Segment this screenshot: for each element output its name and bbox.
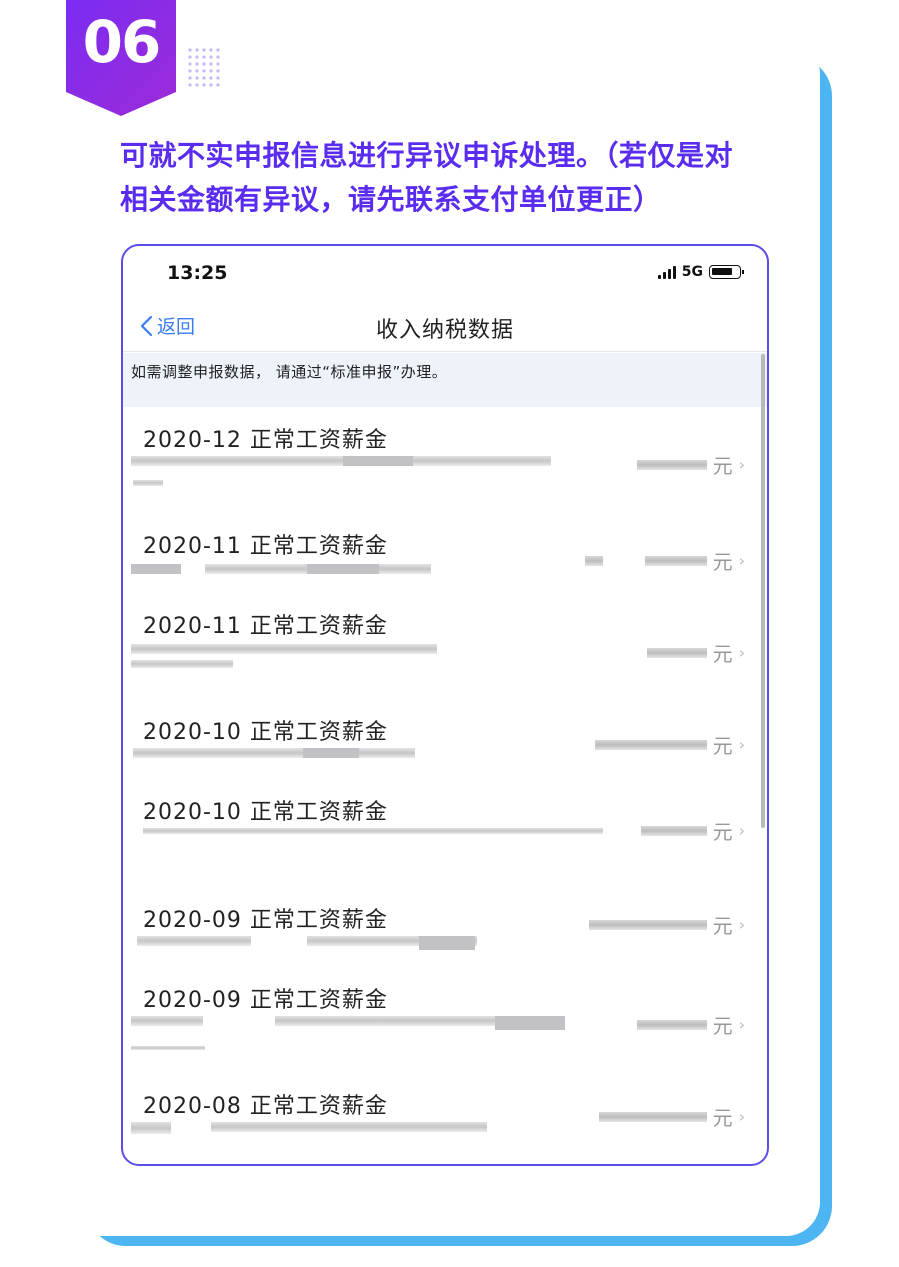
- record-amount: 元 ›: [636, 450, 745, 479]
- record-title: 2020-08 正常工资薪金: [143, 1094, 388, 1119]
- record-row[interactable]: 2020-12 正常工资薪金 元 ›: [123, 422, 767, 502]
- notice-banner: 如需调整申报数据， 请通过“标准申报”办理。: [123, 353, 767, 407]
- amount-redacted: [588, 919, 707, 930]
- record-amount: 元 ›: [598, 1102, 745, 1131]
- amount-unit: 元: [712, 454, 733, 478]
- amount-unit: 元: [712, 550, 733, 574]
- amount-redacted: [644, 555, 707, 566]
- amount-redacted: [640, 825, 707, 836]
- chevron-right-icon: ›: [738, 915, 745, 934]
- amount-unit: 元: [712, 734, 733, 758]
- signal-icon: [657, 265, 676, 279]
- record-title: 2020-10 正常工资薪金: [143, 800, 388, 825]
- record-amount: 元 ›: [636, 1010, 745, 1039]
- chevron-right-icon: ›: [738, 1015, 745, 1034]
- record-row[interactable]: 2020-11 正常工资薪金 元 ›: [123, 528, 767, 588]
- record-amount: 元 ›: [588, 910, 745, 939]
- record-detail-redacted: [495, 1016, 565, 1030]
- record-detail-redacted: [131, 564, 181, 574]
- page-title: 收入纳税数据: [375, 318, 514, 343]
- status-time: 13:25: [167, 262, 228, 284]
- record-row[interactable]: 2020-10 正常工资薪金 元 ›: [123, 794, 767, 854]
- amount-redacted: [636, 1019, 707, 1030]
- network-type: 5G: [681, 264, 703, 280]
- record-detail-redacted: [137, 936, 251, 946]
- battery-icon: [709, 265, 744, 279]
- record-detail-redacted: [131, 644, 437, 654]
- nav-bar: 返回 收入纳税数据: [123, 306, 767, 352]
- record-title: 2020-09 正常工资薪金: [143, 908, 388, 933]
- record-title: 2020-11 正常工资薪金: [143, 614, 388, 639]
- record-amount: 元 ›: [594, 730, 745, 759]
- record-row[interactable]: 2020-11 正常工资薪金 元 ›: [123, 608, 767, 678]
- record-detail-redacted: [131, 1122, 171, 1134]
- amount-unit: 元: [712, 1014, 733, 1038]
- record-detail-redacted: [419, 936, 475, 950]
- record-detail-redacted: [131, 660, 233, 668]
- instruction-heading: 可就不实申报信息进行异议申诉处理。（若仅是对 相关金额有异议，请先联系支付单位更…: [120, 134, 800, 222]
- record-title: 2020-09 正常工资薪金: [143, 988, 388, 1013]
- record-amount: 元 ›: [646, 638, 745, 667]
- heading-line-1: 可就不实申报信息进行异议申诉处理。（若仅是对: [120, 139, 734, 172]
- chevron-right-icon: ›: [738, 735, 745, 754]
- amount-unit: 元: [712, 1106, 733, 1130]
- record-title: 2020-10 正常工资薪金: [143, 720, 388, 745]
- record-detail-redacted: [133, 480, 163, 486]
- record-detail-redacted: [133, 748, 415, 758]
- chevron-right-icon: ›: [738, 455, 745, 474]
- record-amount: 元 ›: [640, 816, 745, 845]
- amount-unit: 元: [712, 914, 733, 938]
- record-detail-redacted: [143, 828, 603, 834]
- record-detail-redacted: [275, 1016, 495, 1026]
- step-number: 06: [82, 8, 162, 76]
- heading-line-2: 相关金额有异议，请先联系支付单位更正）: [120, 183, 662, 216]
- chevron-right-icon: ›: [738, 551, 745, 570]
- record-amount: 元 ›: [584, 546, 745, 575]
- record-title: 2020-12 正常工资薪金: [143, 428, 388, 453]
- amount-redacted: [646, 647, 707, 658]
- amount-unit: 元: [712, 642, 733, 666]
- record-row[interactable]: 2020-08 正常工资薪金 元 ›: [123, 1088, 767, 1148]
- record-title: 2020-11 正常工资薪金: [143, 534, 388, 559]
- status-indicators: 5G: [657, 264, 744, 280]
- record-detail-redacted: [131, 1016, 203, 1026]
- step-badge: 06: [66, 0, 176, 116]
- chevron-right-icon: ›: [738, 643, 745, 662]
- record-detail-redacted: [211, 1122, 487, 1132]
- record-detail-redacted: [307, 564, 379, 574]
- amount-unit: 元: [712, 820, 733, 844]
- record-detail-redacted: [303, 748, 359, 758]
- record-row[interactable]: 2020-09 正常工资薪金 元 ›: [123, 982, 767, 1062]
- amount-redacted: [636, 459, 707, 470]
- record-detail-redacted: [131, 1046, 205, 1050]
- record-row[interactable]: 2020-10 正常工资薪金 元 ›: [123, 714, 767, 774]
- chevron-right-icon: ›: [738, 821, 745, 840]
- amount-redacted: [598, 1111, 707, 1122]
- chevron-right-icon: ›: [738, 1107, 745, 1126]
- dot-grid-decoration: [188, 48, 220, 87]
- record-row[interactable]: 2020-09 正常工资薪金 元 ›: [123, 902, 767, 962]
- record-detail-redacted: [343, 456, 413, 466]
- phone-screen: 13:25 5G 返回 收入纳税数据 如需调整申报数据， 请通过“标准申报”办理…: [121, 244, 769, 1166]
- amount-redacted: [584, 555, 603, 566]
- status-bar: 13:25 5G: [123, 246, 767, 298]
- record-detail-redacted: [131, 456, 551, 466]
- amount-redacted: [594, 739, 707, 750]
